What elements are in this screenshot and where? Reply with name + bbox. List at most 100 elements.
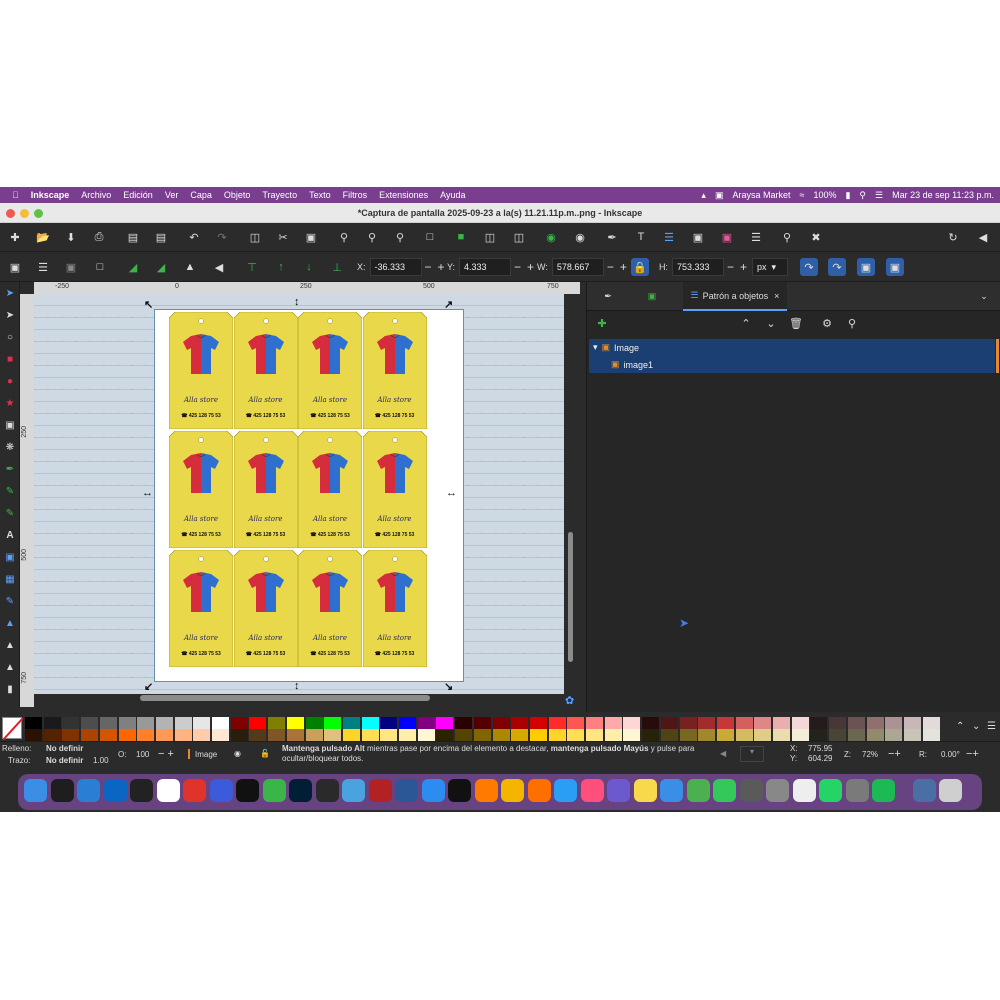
color-swatch[interactable] (567, 717, 585, 729)
palette-scroll-up-icon[interactable]: ⌃ (956, 721, 964, 732)
fill-value[interactable]: No definir (46, 744, 83, 753)
color-swatch[interactable] (548, 717, 566, 729)
message-prev-icon[interactable]: ◀ (720, 749, 726, 758)
color-swatch[interactable] (212, 717, 229, 729)
eraser-tool-icon[interactable]: ▮ (3, 682, 17, 696)
color-swatch[interactable] (642, 717, 660, 729)
menu-archivo[interactable]: Archivo (75, 190, 117, 200)
no-paint-swatch[interactable] (2, 717, 24, 741)
y-input[interactable]: 4.333 (459, 258, 512, 276)
safari-icon[interactable] (554, 779, 577, 802)
move-patterns-icon[interactable]: ▣ (886, 258, 904, 276)
palette-menu-icon[interactable]: ☰ (987, 721, 996, 732)
color-swatch[interactable] (25, 717, 42, 729)
menu-objeto[interactable]: Objeto (218, 190, 257, 200)
zoom-selection-icon[interactable]: ⚲ (335, 228, 353, 246)
color-swatch[interactable] (342, 729, 360, 741)
vertical-scrollbar[interactable] (568, 532, 573, 662)
color-swatch[interactable] (193, 717, 211, 729)
h-input[interactable]: 753.333 (672, 258, 724, 276)
opacity-stepper[interactable]: − + (158, 748, 174, 760)
terminal-icon[interactable] (236, 779, 259, 802)
paint-bucket-icon[interactable]: ▲ (3, 616, 17, 630)
app-icon[interactable] (342, 779, 365, 802)
color-swatch[interactable] (473, 717, 491, 729)
app-icon[interactable] (912, 779, 936, 802)
zoom-input[interactable]: 72% (862, 750, 878, 759)
menu-extensiones[interactable]: Extensiones (373, 190, 434, 200)
color-swatch[interactable] (903, 729, 921, 741)
color-swatch[interactable] (137, 717, 155, 729)
menu-app[interactable]: Inkscape (25, 190, 76, 200)
color-swatch[interactable] (511, 717, 529, 729)
color-swatch[interactable] (361, 729, 379, 741)
color-swatch[interactable] (212, 729, 229, 741)
tweak-tool-icon[interactable]: ▲ (3, 638, 17, 652)
layer-lock-icon[interactable]: 🔓 (260, 749, 270, 758)
color-swatch[interactable] (642, 729, 660, 741)
whatsapp-icon[interactable] (819, 779, 842, 802)
control-center-icon[interactable]: ☰ (875, 190, 883, 201)
wifi-icon[interactable]: ≈ (799, 190, 804, 200)
color-swatch[interactable] (81, 717, 99, 729)
raise-icon[interactable]: ↑ (272, 258, 290, 276)
print-icon[interactable]: ⎙ (90, 228, 108, 246)
horizontal-scrollbar[interactable] (140, 695, 430, 701)
color-swatch[interactable] (773, 729, 790, 741)
color-swatch[interactable] (903, 717, 921, 729)
align-icon[interactable]: ▣ (718, 228, 736, 246)
save-icon[interactable]: ⬇ (62, 228, 80, 246)
color-swatch[interactable] (698, 717, 716, 729)
color-swatch[interactable] (773, 717, 790, 729)
scale-handle-top-left[interactable]: ↖ (144, 298, 153, 311)
firefox-icon[interactable] (527, 779, 551, 802)
scale-handle-bottom[interactable]: ↕ (294, 680, 300, 692)
color-swatch[interactable] (81, 729, 99, 741)
app-icon[interactable] (474, 779, 498, 802)
fill-stroke-tab-icon[interactable]: ✒ (593, 282, 623, 311)
settings-icon[interactable] (766, 779, 789, 802)
app-icon[interactable] (845, 779, 869, 802)
color-swatch[interactable] (230, 729, 248, 741)
color-swatch[interactable] (754, 729, 772, 741)
color-swatch[interactable] (324, 729, 342, 741)
menu-texto[interactable]: Texto (303, 190, 337, 200)
paste-icon[interactable]: ▣ (302, 228, 320, 246)
spray-tool-icon[interactable]: ▲ (3, 660, 17, 674)
vertical-ruler[interactable]: 250 500 750 (20, 294, 34, 707)
color-swatch[interactable] (118, 717, 136, 729)
unlink-clone-icon[interactable]: ◫ (510, 228, 528, 246)
color-swatch[interactable] (455, 717, 473, 729)
color-swatch[interactable] (698, 729, 716, 741)
new-document-icon[interactable]: ✚ (6, 228, 24, 246)
status-icon[interactable]: ▴ (701, 190, 706, 201)
app-icon[interactable] (368, 779, 392, 802)
rotate-90-icon[interactable]: ◢ (152, 258, 170, 276)
color-swatch[interactable] (604, 729, 622, 741)
color-swatch[interactable] (417, 717, 435, 729)
color-swatch[interactable] (62, 717, 80, 729)
chrome-icon[interactable] (501, 779, 524, 802)
color-swatch[interactable] (380, 729, 398, 741)
color-swatch[interactable] (118, 729, 136, 741)
color-swatch[interactable] (679, 717, 697, 729)
add-layer-icon[interactable]: ✚ (593, 314, 611, 332)
message-dropdown-icon[interactable]: ▾ (740, 746, 764, 762)
color-swatch[interactable] (829, 717, 847, 729)
color-swatch[interactable] (660, 729, 678, 741)
color-swatch[interactable] (436, 729, 454, 741)
node-tool-icon[interactable]: ➤ (3, 308, 17, 322)
y-stepper[interactable]: − + (514, 260, 534, 274)
raise-top-icon[interactable]: ⊤ (243, 258, 261, 276)
color-swatch[interactable] (155, 729, 173, 741)
dropper-tool-icon[interactable]: ✎ (3, 594, 17, 608)
select-all-layers-icon[interactable]: ☰ (34, 258, 52, 276)
color-swatch[interactable] (305, 717, 323, 729)
color-swatch[interactable] (586, 717, 603, 729)
rectangle-tool-icon[interactable]: ■ (3, 352, 17, 366)
color-swatch[interactable] (623, 729, 641, 741)
collapse-bar-icon[interactable]: ◀ (974, 228, 992, 246)
color-swatch[interactable] (847, 729, 865, 741)
trash-icon[interactable] (939, 779, 962, 802)
color-swatch[interactable] (586, 729, 603, 741)
